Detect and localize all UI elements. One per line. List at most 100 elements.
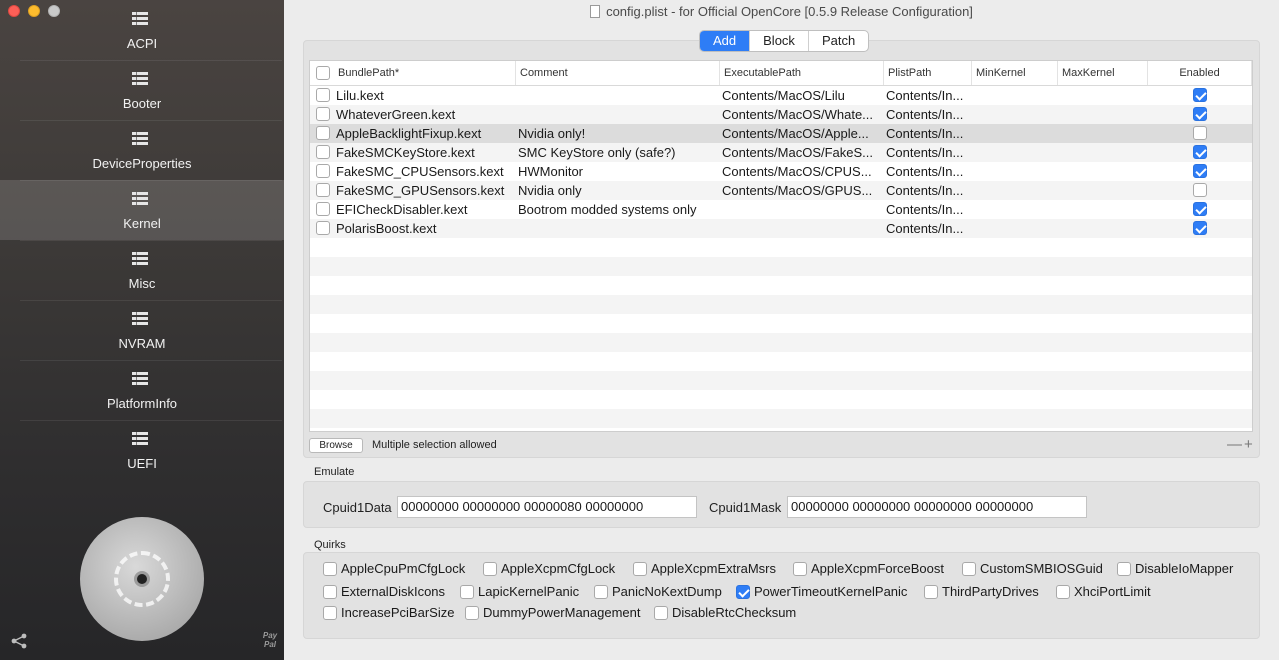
cell-max[interactable] [1060, 162, 1146, 181]
sidebar-item-platforminfo[interactable]: PlatformInfo [0, 360, 284, 420]
cell-bundle[interactable]: Lilu.kext [336, 86, 516, 105]
cell-bundle[interactable]: AppleBacklightFixup.kext [336, 124, 516, 143]
paypal-logo[interactable]: Pay Pal [256, 631, 284, 649]
cell-max[interactable] [1060, 105, 1146, 124]
cell-max[interactable] [1060, 219, 1146, 238]
cell-plist[interactable]: Contents/In... [886, 181, 970, 200]
quirk-checkbox[interactable] [633, 562, 647, 576]
row-select-checkbox[interactable] [316, 88, 330, 102]
table-row[interactable]: Lilu.kext Contents/MacOS/Lilu Contents/In.… [310, 86, 1252, 105]
cell-comment[interactable] [518, 105, 718, 124]
cell-exec[interactable]: Contents/MacOS/Lilu [722, 86, 882, 105]
add-remove-row-buttons[interactable]: —+ [1227, 436, 1255, 453]
row-select-checkbox[interactable] [316, 107, 330, 121]
cell-exec[interactable] [722, 219, 882, 238]
table-row[interactable]: FakeSMC_CPUSensors.kext HWMonitor Contents… [310, 162, 1252, 181]
quirk-checkbox[interactable] [323, 585, 337, 599]
cell-min[interactable] [974, 86, 1056, 105]
cell-min[interactable] [974, 105, 1056, 124]
row-select-checkbox[interactable] [316, 183, 330, 197]
quirk-checkbox[interactable] [1117, 562, 1131, 576]
quirk-checkbox[interactable] [465, 606, 479, 620]
enabled-checkbox[interactable] [1193, 88, 1207, 102]
cell-comment[interactable]: Nvidia only [518, 181, 718, 200]
browse-button[interactable]: Browse [309, 438, 363, 453]
cell-plist[interactable]: Contents/In... [886, 86, 970, 105]
cell-exec[interactable]: Contents/MacOS/Whate... [722, 105, 882, 124]
cell-comment[interactable] [518, 86, 718, 105]
cell-comment[interactable]: HWMonitor [518, 162, 718, 181]
enabled-checkbox[interactable] [1193, 126, 1207, 140]
cell-bundle[interactable]: FakeSMC_GPUSensors.kext [336, 181, 516, 200]
sidebar-item-misc[interactable]: Misc [0, 240, 284, 300]
cpuid1mask-field[interactable]: 00000000 00000000 00000000 00000000 [787, 496, 1087, 518]
cell-min[interactable] [974, 162, 1056, 181]
cell-comment[interactable]: Bootrom modded systems only [518, 200, 718, 219]
sidebar-item-acpi[interactable]: ACPI [0, 0, 284, 60]
cell-plist[interactable]: Contents/In... [886, 162, 970, 181]
sidebar-item-kernel[interactable]: Kernel [0, 180, 284, 240]
cell-min[interactable] [974, 200, 1056, 219]
enabled-checkbox[interactable] [1193, 183, 1207, 197]
table-row[interactable]: FakeSMCKeyStore.kext SMC KeyStore only (s… [310, 143, 1252, 162]
sidebar-item-uefi[interactable]: UEFI [0, 420, 284, 480]
cell-plist[interactable]: Contents/In... [886, 105, 970, 124]
cell-exec[interactable]: Contents/MacOS/Apple... [722, 124, 882, 143]
quirk-checkbox[interactable] [1056, 585, 1070, 599]
column-header-plistpath[interactable]: PlistPath [884, 61, 972, 85]
cell-max[interactable] [1060, 124, 1146, 143]
cell-exec[interactable]: Contents/MacOS/FakeS... [722, 143, 882, 162]
cell-exec[interactable]: Contents/MacOS/CPUS... [722, 162, 882, 181]
quirk-checkbox[interactable] [323, 606, 337, 620]
kernel-add-table[interactable]: BundlePath* Comment ExecutablePath PlistPat… [309, 60, 1253, 432]
cell-max[interactable] [1060, 143, 1146, 162]
cell-bundle[interactable]: PolarisBoost.kext [336, 219, 516, 238]
tab-add[interactable]: Add [700, 31, 750, 51]
table-row[interactable]: FakeSMC_GPUSensors.kext Nvidia only Conten… [310, 181, 1252, 200]
column-header-executablepath[interactable]: ExecutablePath [720, 61, 884, 85]
table-row[interactable]: EFICheckDisabler.kext Bootrom modded syst… [310, 200, 1252, 219]
quirk-checkbox[interactable] [483, 562, 497, 576]
sidebar-item-nvram[interactable]: NVRAM [0, 300, 284, 360]
cell-min[interactable] [974, 181, 1056, 200]
cell-exec[interactable]: Contents/MacOS/GPUS... [722, 181, 882, 200]
column-header-bundlepath[interactable]: BundlePath* [334, 61, 516, 85]
enabled-checkbox[interactable] [1193, 145, 1207, 159]
cell-plist[interactable]: Contents/In... [886, 143, 970, 162]
enabled-checkbox[interactable] [1193, 202, 1207, 216]
table-row[interactable]: AppleBacklightFixup.kext Nvidia only! Cont… [310, 124, 1252, 143]
cell-comment[interactable]: SMC KeyStore only (safe?) [518, 143, 718, 162]
cell-bundle[interactable]: WhateverGreen.kext [336, 105, 516, 124]
enabled-checkbox[interactable] [1193, 221, 1207, 235]
tab-patch[interactable]: Patch [807, 31, 868, 51]
cpuid1data-field[interactable]: 00000000 00000000 00000080 00000000 [397, 496, 697, 518]
row-select-checkbox[interactable] [316, 202, 330, 216]
column-header-maxkernel[interactable]: MaxKernel [1058, 61, 1148, 85]
cell-max[interactable] [1060, 86, 1146, 105]
cell-comment[interactable]: Nvidia only! [518, 124, 718, 143]
cell-min[interactable] [974, 219, 1056, 238]
sidebar-item-booter[interactable]: Booter [0, 60, 284, 120]
cell-plist[interactable]: Contents/In... [886, 200, 970, 219]
cell-comment[interactable] [518, 219, 718, 238]
quirk-checkbox[interactable] [323, 562, 337, 576]
enabled-checkbox[interactable] [1193, 164, 1207, 178]
cell-bundle[interactable]: EFICheckDisabler.kext [336, 200, 516, 219]
share-icon[interactable] [10, 633, 28, 649]
cell-plist[interactable]: Contents/In... [886, 124, 970, 143]
row-select-checkbox[interactable] [316, 221, 330, 235]
cell-plist[interactable]: Contents/In... [886, 219, 970, 238]
quirk-checkbox[interactable] [962, 562, 976, 576]
column-header-comment[interactable]: Comment [516, 61, 720, 85]
table-row[interactable]: WhateverGreen.kext Contents/MacOS/Whate..… [310, 105, 1252, 124]
enabled-checkbox[interactable] [1193, 107, 1207, 121]
quirk-checkbox[interactable] [793, 562, 807, 576]
quirk-checkbox[interactable] [594, 585, 608, 599]
cell-bundle[interactable]: FakeSMC_CPUSensors.kext [336, 162, 516, 181]
cell-min[interactable] [974, 143, 1056, 162]
tab-block[interactable]: Block [749, 31, 808, 51]
select-all-checkbox[interactable] [316, 66, 330, 80]
table-row[interactable]: PolarisBoost.kext Contents/In... [310, 219, 1252, 238]
cell-exec[interactable] [722, 200, 882, 219]
quirk-checkbox[interactable] [924, 585, 938, 599]
